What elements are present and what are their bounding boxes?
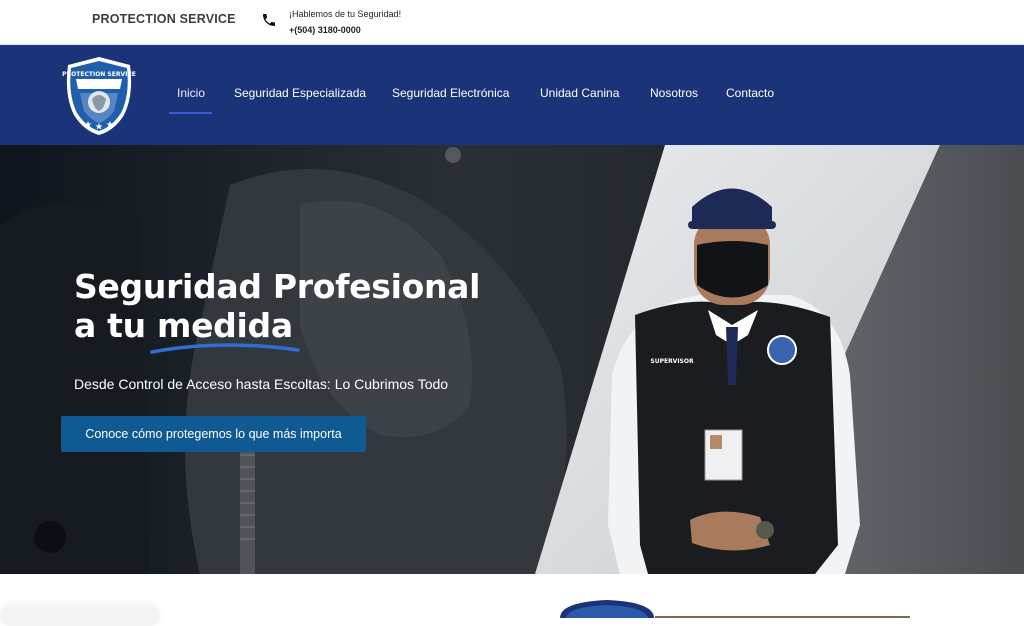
contact-info: ¡Hablemos de tu Seguridad! +(504) 3180-0… — [289, 6, 401, 38]
section-logo — [560, 600, 654, 618]
brand-name[interactable]: PROTECTION SERVICE — [92, 12, 236, 26]
phone-icon — [263, 14, 275, 26]
section-divider — [655, 616, 910, 618]
hero-background-image: SUPERVISOR — [0, 145, 1024, 574]
hero-title-prefix: a tu — [74, 306, 158, 345]
hero-subtitle: Desde Control de Acceso hasta Escoltas: … — [74, 376, 449, 392]
nav-contacto[interactable]: Contacto — [726, 86, 774, 100]
nav-inicio[interactable]: Inicio — [177, 86, 205, 100]
supervisor-badge: SUPERVISOR — [650, 358, 694, 365]
nav-nosotros[interactable]: Nosotros — [650, 86, 698, 100]
hero-title-line2: a tu medida — [74, 306, 514, 345]
contact-prompt: ¡Hablemos de tu Seguridad! — [289, 9, 402, 19]
title-underline-swoosh — [150, 343, 300, 354]
next-section-preview — [0, 574, 1024, 626]
hero-title-line1: Seguridad Profesional — [74, 267, 481, 306]
logo-text: PROTECTION SERVICE — [62, 71, 136, 78]
nav-seguridad-electronica[interactable]: Seguridad Electrónica — [392, 86, 509, 100]
card-preview — [0, 606, 160, 626]
site-logo[interactable]: PROTECTION SERVICE — [62, 55, 136, 137]
hero-title-highlight: medida — [157, 306, 293, 345]
active-nav-indicator — [169, 112, 212, 114]
main-nav: PROTECTION SERVICE Inicio Seguridad Espe… — [0, 45, 1024, 145]
top-bar: PROTECTION SERVICE ¡Hablemos de tu Segur… — [0, 0, 1024, 45]
hero-banner: SUPERVISOR Seguridad Profesional a tu me… — [0, 145, 1024, 574]
nav-seguridad-especializada[interactable]: Seguridad Especializada — [234, 86, 366, 100]
hero-title: Seguridad Profesional a tu medida — [74, 267, 514, 345]
phone-number[interactable]: +(504) 3180-0000 — [289, 22, 401, 38]
nav-unidad-canina[interactable]: Unidad Canina — [540, 86, 619, 100]
cta-button[interactable]: Conoce cómo protegemos lo que más import… — [61, 416, 366, 452]
